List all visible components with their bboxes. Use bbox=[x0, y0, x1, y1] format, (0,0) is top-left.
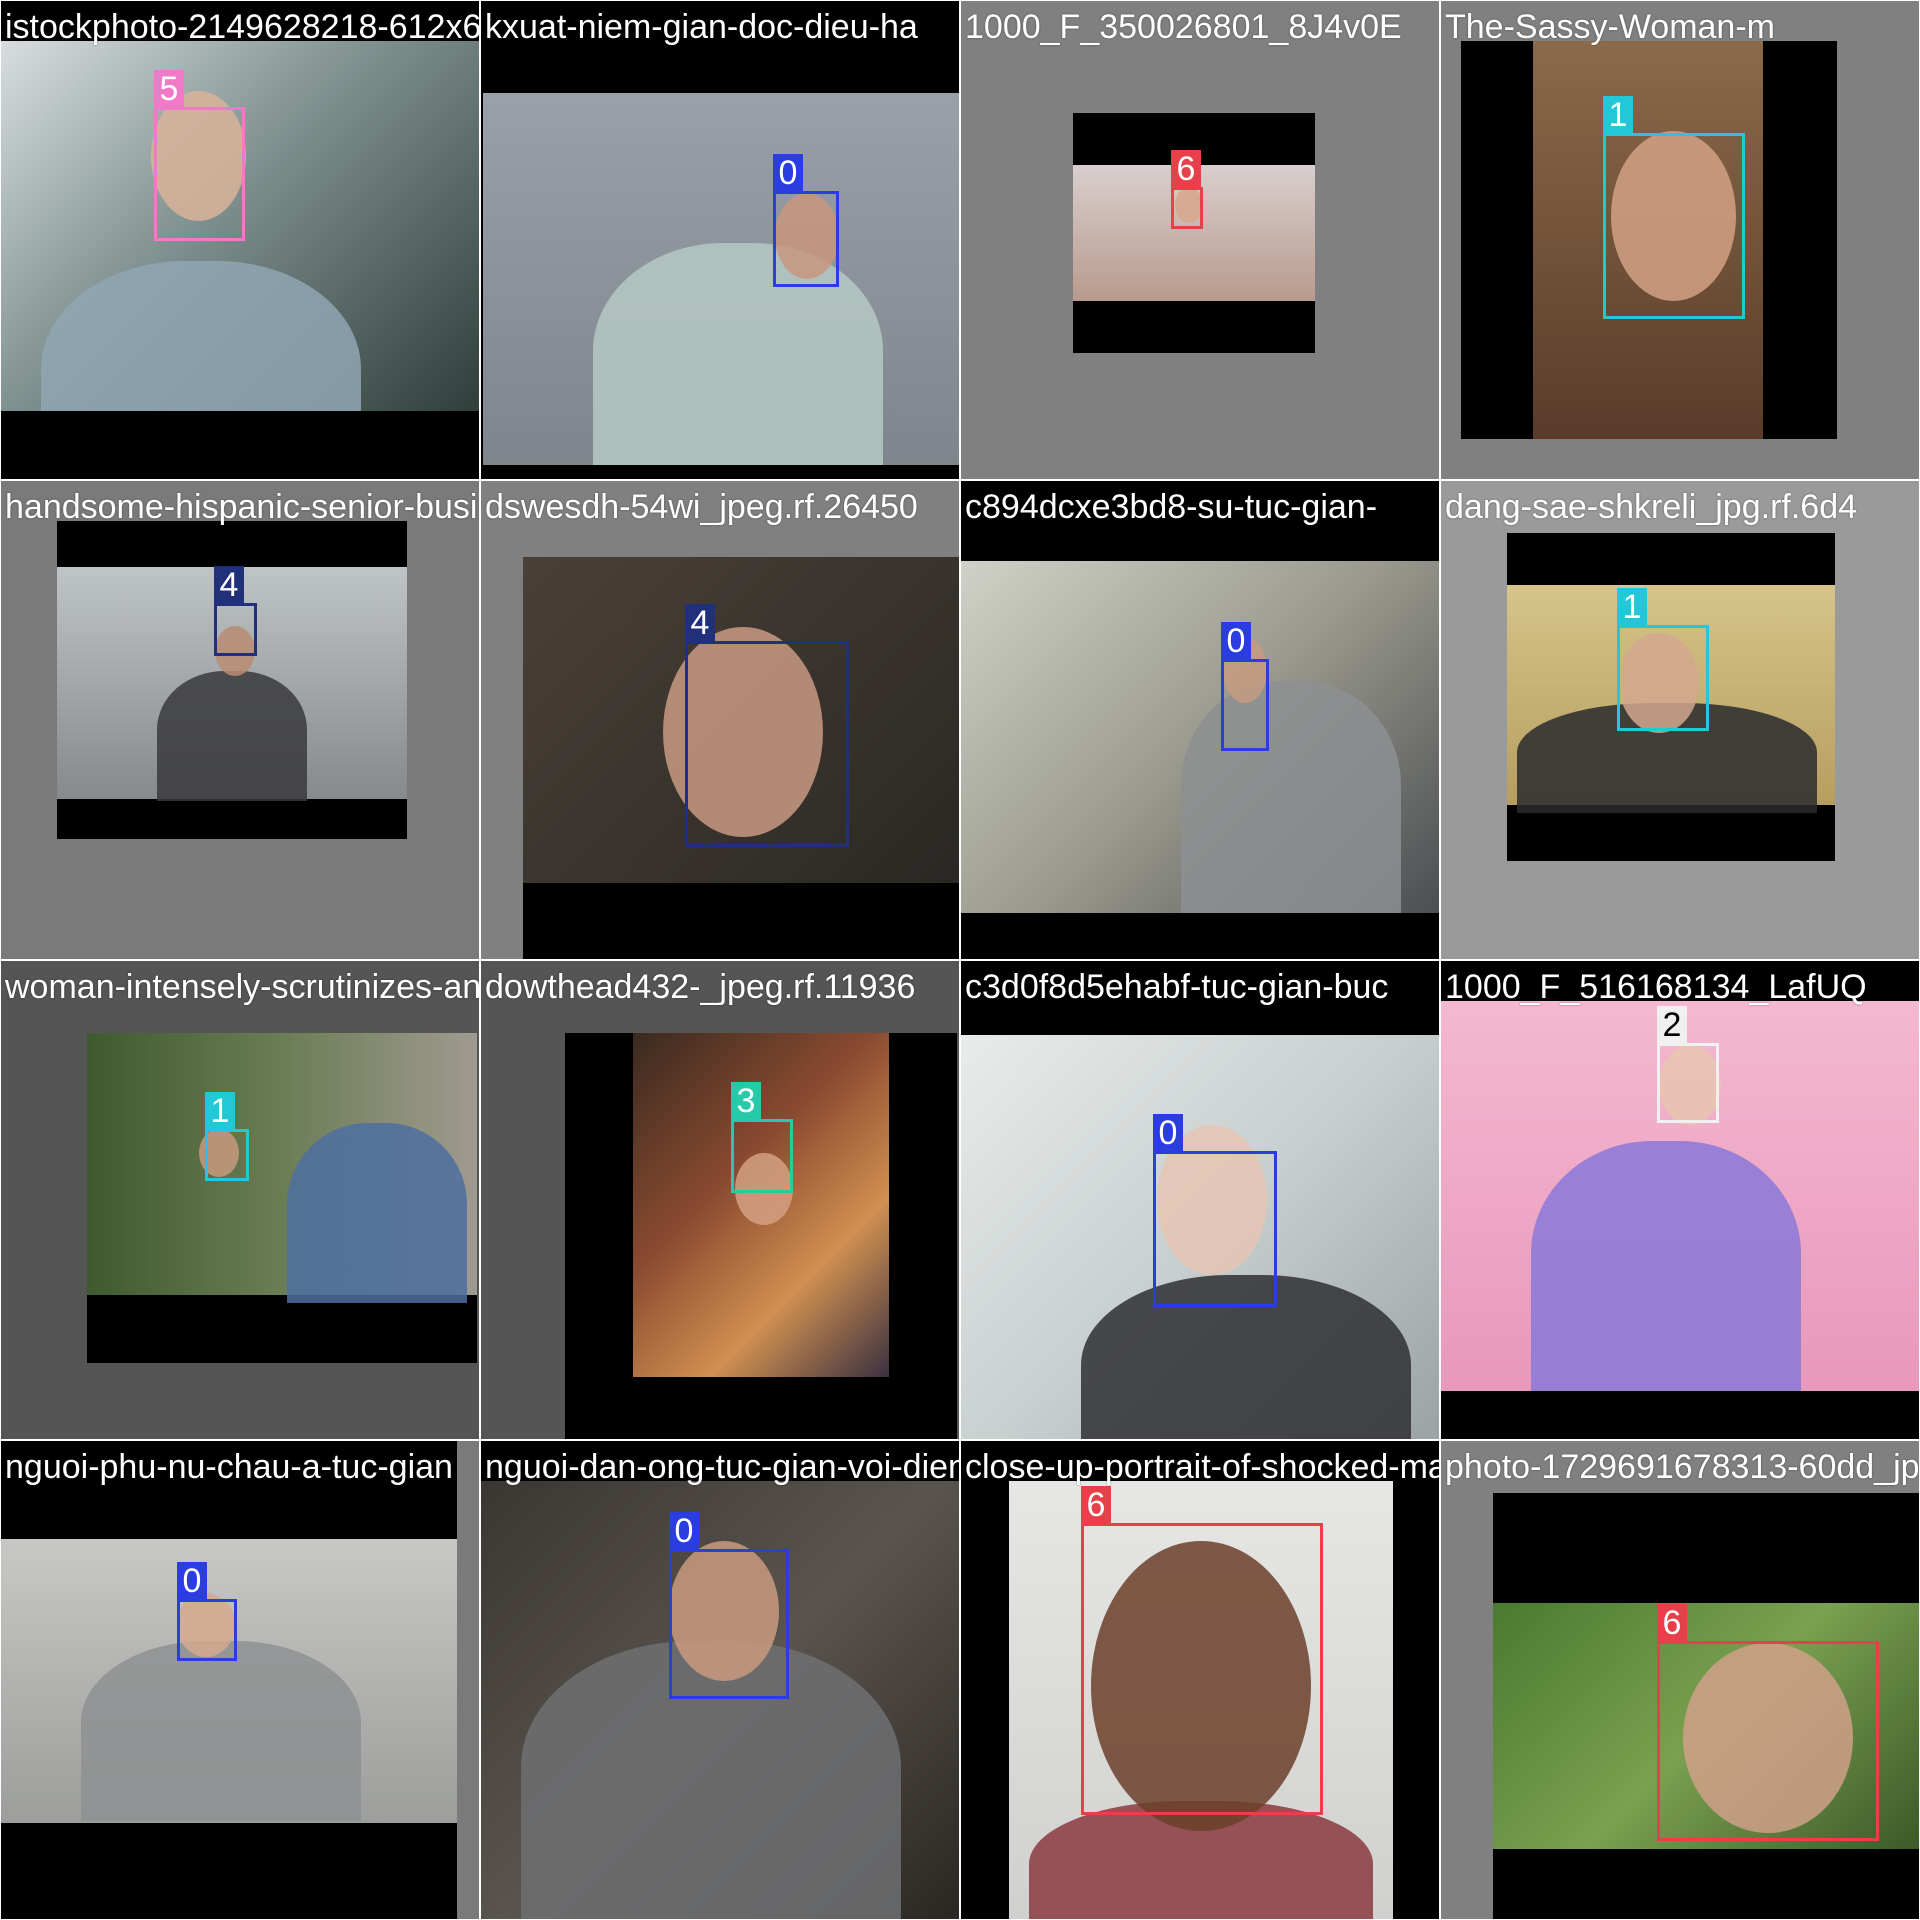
class-label: 6 bbox=[1171, 150, 1201, 188]
filename: close-up-portrait-of-shocked-man bbox=[965, 1448, 1440, 1486]
tile-9: 1 woman-intensely-scrutinizes-another- bbox=[0, 960, 480, 1440]
class-label: 4 bbox=[214, 566, 244, 604]
filename: nguoi-dan-ong-tuc-gian-voi-dien-thoai bbox=[485, 1448, 959, 1486]
detection-box: 0 bbox=[1221, 622, 1269, 751]
detection-box: 1 bbox=[1603, 96, 1745, 319]
filename: dowthead432-_jpeg.rf.11936 bbox=[485, 968, 916, 1006]
tile-10: 3 dowthead432-_jpeg.rf.11936 bbox=[480, 960, 960, 1440]
detection-box: 5 bbox=[154, 70, 245, 241]
person-shape bbox=[1181, 681, 1401, 913]
tile-4: 1 The-Sassy-Woman-m bbox=[1440, 0, 1920, 480]
class-label: 1 bbox=[205, 1092, 235, 1130]
filename: kxuat-niem-gian-doc-dieu-ha bbox=[485, 8, 918, 46]
detection-box: 3 bbox=[731, 1082, 793, 1193]
class-label: 1 bbox=[1617, 588, 1647, 626]
filename: woman-intensely-scrutinizes-another- bbox=[5, 968, 480, 1006]
detection-box: 0 bbox=[669, 1512, 789, 1699]
tile-1: 5 istockphoto-2149628218-612x612_jpg.rf.… bbox=[0, 0, 480, 480]
person-shape bbox=[41, 261, 361, 411]
detection-box: 0 bbox=[177, 1562, 237, 1661]
detection-box: 0 bbox=[1153, 1114, 1277, 1307]
tile-12: 2 1000_F_516168134_LafUQ bbox=[1440, 960, 1920, 1440]
class-label: 5 bbox=[154, 70, 184, 108]
filename: The-Sassy-Woman-m bbox=[1445, 8, 1775, 46]
class-label: 0 bbox=[177, 1562, 207, 1600]
tile-14: 0 nguoi-dan-ong-tuc-gian-voi-dien-thoai bbox=[480, 1440, 960, 1920]
photo bbox=[483, 93, 959, 465]
photo bbox=[87, 1033, 477, 1363]
person-shape bbox=[287, 1123, 467, 1303]
class-label: 2 bbox=[1657, 1006, 1687, 1044]
filename: istockphoto-2149628218-612x612_jpg.rf.91 bbox=[5, 8, 480, 46]
tile-6: 4 dswesdh-54wi_jpeg.rf.26450 bbox=[480, 480, 960, 960]
class-label: 0 bbox=[669, 1512, 699, 1550]
detection-box: 1 bbox=[1617, 588, 1709, 731]
photo bbox=[565, 1033, 957, 1439]
person-shape bbox=[81, 1641, 361, 1821]
filename: handsome-hispanic-senior-business-man-53… bbox=[5, 488, 479, 526]
photo bbox=[961, 561, 1439, 913]
class-label: 0 bbox=[773, 154, 803, 192]
person-shape bbox=[1531, 1141, 1801, 1391]
tile-11: 0 c3d0f8d5ehabf-tuc-gian-buc bbox=[960, 960, 1440, 1440]
class-label: 0 bbox=[1221, 622, 1251, 660]
photo bbox=[481, 1481, 959, 1919]
filename: nguoi-phu-nu-chau-a-tuc-gian bbox=[5, 1448, 453, 1486]
tile-3: 6 1000_F_350026801_8J4v0E bbox=[960, 0, 1440, 480]
photo bbox=[1073, 113, 1315, 353]
filename: 1000_F_516168134_LafUQ bbox=[1445, 968, 1867, 1006]
class-label: 3 bbox=[731, 1082, 761, 1120]
filename: 1000_F_350026801_8J4v0E bbox=[965, 8, 1402, 46]
detection-box: 2 bbox=[1657, 1006, 1719, 1123]
detection-box: 6 bbox=[1171, 150, 1203, 229]
detection-box: 6 bbox=[1081, 1486, 1323, 1815]
tile-5: 4 handsome-hispanic-senior-business-man-… bbox=[0, 480, 480, 960]
mosaic-grid: 5 istockphoto-2149628218-612x612_jpg.rf.… bbox=[0, 0, 1920, 1920]
detection-box: 1 bbox=[205, 1092, 249, 1181]
person-shape bbox=[593, 243, 883, 465]
class-label: 0 bbox=[1153, 1114, 1183, 1152]
filename: dswesdh-54wi_jpeg.rf.26450 bbox=[485, 488, 918, 526]
detection-box: 4 bbox=[685, 604, 849, 847]
filename: c894dcxe3bd8-su-tuc-gian- bbox=[965, 488, 1378, 526]
photo bbox=[1, 1441, 457, 1919]
detection-box: 6 bbox=[1657, 1604, 1879, 1841]
tile-15: 6 close-up-portrait-of-shocked-man bbox=[960, 1440, 1440, 1920]
filename: photo-1729691678313-60dd_jpg bbox=[1445, 1448, 1920, 1486]
class-label: 1 bbox=[1603, 96, 1633, 134]
class-label: 4 bbox=[685, 604, 715, 642]
filename: c3d0f8d5ehabf-tuc-gian-buc bbox=[965, 968, 1389, 1006]
tile-2: 0 kxuat-niem-gian-doc-dieu-ha bbox=[480, 0, 960, 480]
tile-8: 1 dang-sae-shkreli_jpg.rf.6d4 bbox=[1440, 480, 1920, 960]
class-label: 6 bbox=[1657, 1604, 1687, 1642]
tile-13: 0 nguoi-phu-nu-chau-a-tuc-gian bbox=[0, 1440, 480, 1920]
filename: dang-sae-shkreli_jpg.rf.6d4 bbox=[1445, 488, 1858, 526]
detection-box: 4 bbox=[214, 566, 257, 656]
person-shape bbox=[157, 671, 307, 801]
tile-7: 0 c894dcxe3bd8-su-tuc-gian- bbox=[960, 480, 1440, 960]
tile-16: 6 photo-1729691678313-60dd_jpg bbox=[1440, 1440, 1920, 1920]
detection-box: 0 bbox=[773, 154, 839, 287]
class-label: 6 bbox=[1081, 1486, 1111, 1524]
